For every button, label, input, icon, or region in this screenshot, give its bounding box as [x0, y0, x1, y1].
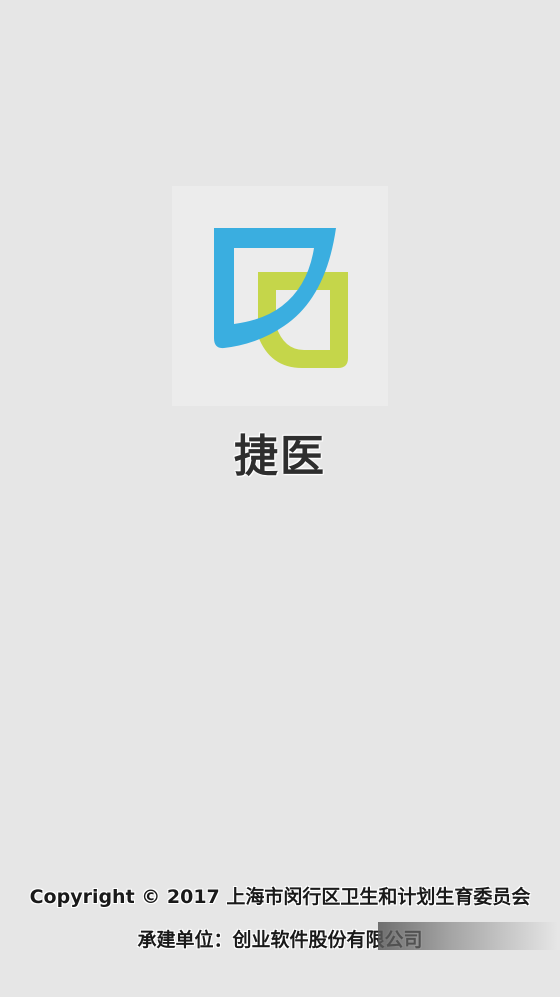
app-logo: [172, 186, 388, 406]
jieyi-logo-icon: [214, 228, 348, 368]
app-name: 捷医: [234, 431, 326, 482]
splash-screen: 捷医 Copyright © 2017 上海市闵行区卫生和计划生育委员会 承建单…: [0, 0, 560, 997]
watermark-overlay: [378, 922, 558, 950]
copyright-text: Copyright © 2017 上海市闵行区卫生和计划生育委员会: [29, 886, 531, 908]
